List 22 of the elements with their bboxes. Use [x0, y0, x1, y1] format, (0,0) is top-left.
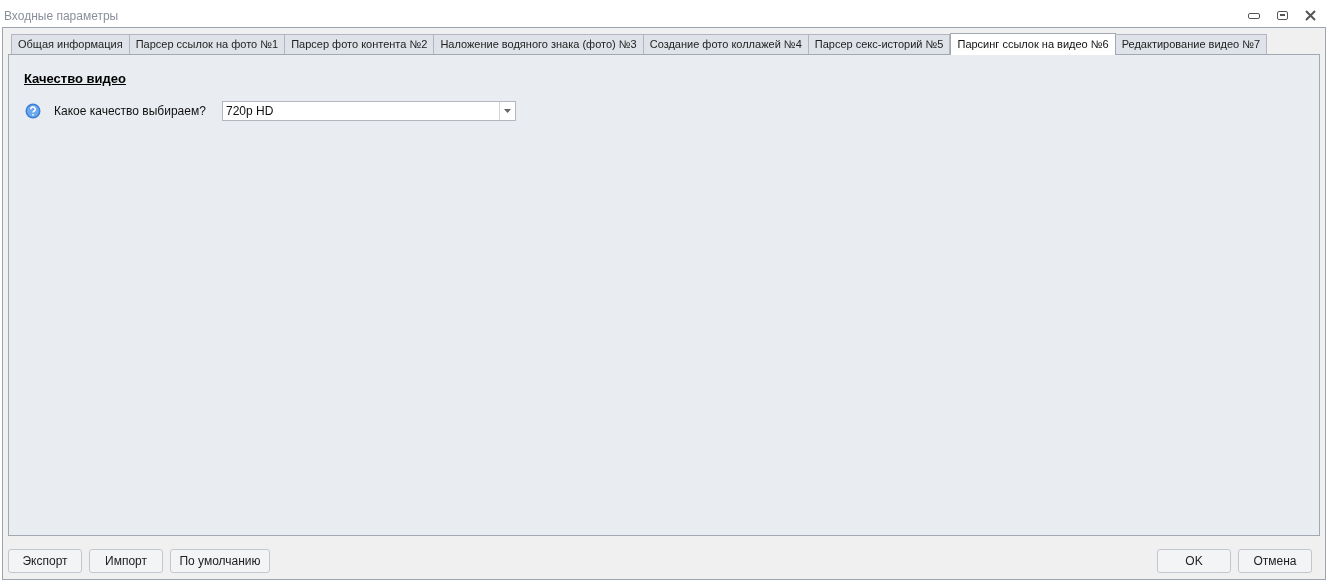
dialog-button[interactable]: Экспорт: [8, 549, 82, 573]
section-title: Качество видео: [24, 70, 127, 88]
tab[interactable]: Парсинг ссылок на видео №6: [950, 33, 1116, 55]
caret-icon[interactable]: [504, 108, 511, 113]
dialog-button[interactable]: OK: [1157, 549, 1231, 573]
quality-dropdown[interactable]: 720p HD: [222, 100, 516, 121]
field-label: Какое качество выбираем?: [54, 102, 207, 120]
window-title: Входные параметры: [4, 7, 119, 25]
restore-icon[interactable]: [1277, 11, 1288, 20]
tab[interactable]: Общая информация: [11, 34, 130, 54]
tab[interactable]: Парсер ссылок на фото №1: [128, 34, 286, 54]
help-icon: [25, 102, 41, 119]
tab[interactable]: Парсер секс-историй №5: [807, 34, 951, 54]
dialog-button[interactable]: Импорт: [89, 549, 163, 573]
tab[interactable]: Редактирование видео №7: [1114, 34, 1268, 54]
minimize-icon[interactable]: [1248, 12, 1260, 19]
tab[interactable]: Наложение водяного знака (фото) №3: [433, 34, 644, 54]
close-icon[interactable]: [1305, 10, 1316, 21]
tab[interactable]: Парсер фото контента №2: [284, 34, 435, 54]
tab[interactable]: Создание фото коллажей №4: [642, 34, 809, 54]
dialog-button[interactable]: По умолчанию: [170, 549, 270, 573]
dialog-button[interactable]: Отмена: [1238, 549, 1312, 573]
